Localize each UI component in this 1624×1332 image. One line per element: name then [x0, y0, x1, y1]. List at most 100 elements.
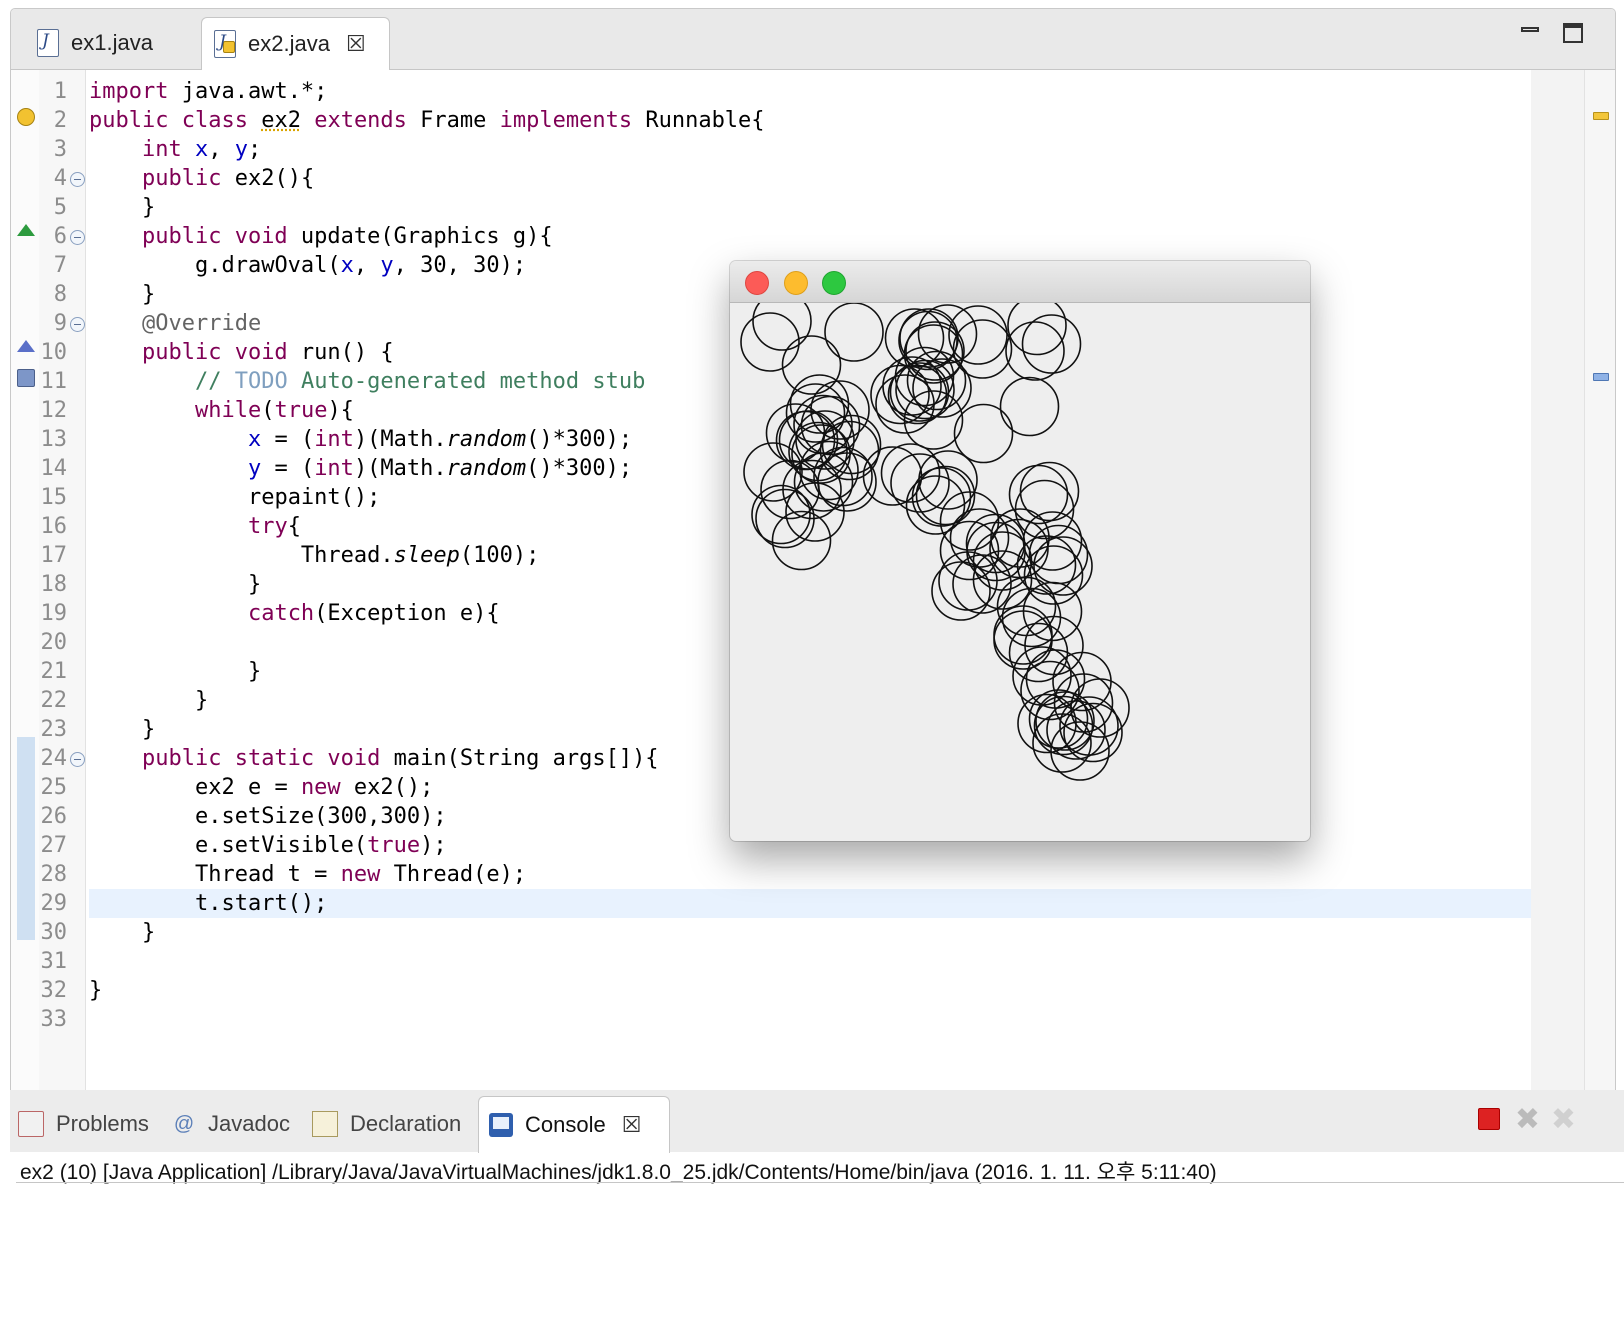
line-number: 17	[40, 543, 68, 568]
drawn-oval	[1021, 314, 1082, 374]
remove-all-terminated-icon[interactable]: ✖	[1551, 1102, 1576, 1137]
close-console-icon[interactable]: ☒	[622, 1112, 642, 1138]
code-line-4: public ex2(){	[141, 166, 315, 191]
line-number: 6	[53, 224, 67, 249]
view-tab-bar: Problems @ Javadoc Declaration Console ☒…	[10, 1090, 1624, 1153]
line-number: 3	[53, 137, 67, 162]
line-number: 25	[40, 775, 68, 800]
line-number: 2	[53, 108, 67, 133]
line-number: 32	[40, 978, 68, 1003]
line-number: 1	[53, 79, 67, 104]
drawn-oval	[752, 303, 812, 351]
drawn-oval	[952, 554, 1012, 614]
declaration-icon	[312, 1111, 338, 1137]
drawn-oval	[999, 376, 1060, 437]
minimize-editor-icon[interactable]	[1519, 23, 1541, 45]
task-overview-mark[interactable]	[1593, 373, 1609, 381]
editor-tab-bar: ex1.java ex2.java ☒	[11, 9, 1615, 70]
awt-frame-window[interactable]	[730, 261, 1310, 841]
code-line-2: public class ex2 extends Frame implement…	[89, 108, 765, 133]
line-number: 20	[40, 630, 68, 655]
line-number: 4	[53, 166, 67, 191]
tab-ex1-java[interactable]: ex1.java	[25, 17, 207, 69]
drawn-oval	[810, 380, 870, 440]
line-number: 16	[40, 514, 68, 539]
window-titlebar[interactable]	[730, 261, 1310, 303]
override-marker-icon[interactable]	[17, 224, 35, 236]
line-number: 23	[40, 717, 68, 742]
tab-javadoc[interactable]: @ Javadoc	[172, 1096, 290, 1152]
zoom-window-button[interactable]	[822, 271, 846, 295]
warning-overview-mark[interactable]	[1593, 112, 1609, 120]
fold-toggle-icon[interactable]	[70, 172, 85, 187]
drawn-oval	[781, 335, 842, 395]
drawn-oval	[824, 303, 884, 362]
remove-launch-icon[interactable]: ✖	[1515, 1102, 1540, 1137]
tab-label: ex2.java	[248, 31, 330, 56]
change-range-marker	[17, 737, 35, 940]
annotation-gutter	[11, 70, 39, 1123]
line-number: 14	[40, 456, 68, 481]
close-window-button[interactable]	[745, 271, 769, 295]
maximize-editor-icon[interactable]	[1563, 23, 1585, 45]
tab-declaration[interactable]: Declaration	[312, 1096, 461, 1152]
drawn-oval	[740, 312, 800, 372]
fold-toggle-icon[interactable]	[70, 230, 85, 245]
line-number: 19	[40, 601, 68, 626]
java-file-icon	[37, 29, 59, 57]
drawn-oval	[993, 610, 1053, 670]
minimize-window-button[interactable]	[784, 271, 808, 295]
line-number: 11	[40, 369, 68, 394]
line-number: 5	[53, 195, 67, 220]
console-divider	[16, 1182, 1624, 1183]
code-line-29-current: t.start();	[89, 889, 1531, 918]
drawn-oval	[884, 308, 945, 368]
line-number: 28	[40, 862, 68, 887]
code-line-6: public void update(Graphics g){	[141, 224, 553, 249]
code-line-5: }	[141, 195, 156, 220]
line-number: 9	[53, 311, 67, 336]
line-number: 31	[40, 949, 68, 974]
terminate-icon[interactable]	[1478, 1108, 1500, 1130]
line-number: 8	[53, 282, 67, 307]
tab-ex2-java[interactable]: ex2.java ☒	[201, 17, 390, 70]
line-number: 33	[40, 1007, 68, 1032]
line-number: 21	[40, 659, 68, 684]
line-number: 15	[40, 485, 68, 510]
tab-label: ex1.java	[71, 30, 153, 55]
task-marker-icon[interactable]	[17, 369, 35, 387]
line-number: 12	[40, 398, 68, 423]
drawn-oval	[1050, 721, 1110, 781]
console-icon	[489, 1113, 513, 1137]
problems-icon	[18, 1111, 44, 1137]
warning-marker-icon[interactable]	[17, 108, 35, 126]
drawing-canvas	[740, 303, 1130, 781]
java-file-warning-icon	[214, 30, 236, 58]
line-number: 30	[40, 920, 68, 945]
code-line-30: }	[141, 920, 156, 945]
line-number: 7	[53, 253, 67, 278]
drawn-oval	[918, 450, 978, 510]
code-line-28: Thread t = new Thread(e);	[194, 862, 527, 887]
implements-marker-icon[interactable]	[17, 340, 35, 352]
line-number: 22	[40, 688, 68, 713]
code-line-1: import java.awt.*;	[89, 79, 328, 104]
code-line-32: }	[89, 978, 103, 1003]
drawn-oval	[953, 403, 1014, 464]
tab-console[interactable]: Console ☒	[478, 1096, 670, 1153]
bottom-views-panel: Problems @ Javadoc Declaration Console ☒…	[10, 1090, 1624, 1332]
tab-problems[interactable]: Problems	[18, 1096, 149, 1152]
close-tab-icon[interactable]: ☒	[346, 31, 366, 57]
line-number: 18	[40, 572, 68, 597]
code-line-3: int x, y;	[141, 137, 262, 162]
overview-ruler[interactable]	[1584, 70, 1615, 1123]
line-number: 24	[40, 746, 68, 771]
line-number: 29	[40, 891, 68, 916]
fold-toggle-icon[interactable]	[70, 317, 85, 332]
line-number: 27	[40, 833, 68, 858]
line-number: 26	[40, 804, 68, 829]
drawn-oval	[1005, 321, 1065, 381]
line-number: 10	[40, 340, 68, 365]
line-number-ruler: 1 2 3 4 5 6 7 8 9 10 11 12 13 14 15 16 17 18 19 20 21 22 23 24 2…	[39, 70, 86, 1123]
fold-toggle-icon[interactable]	[70, 752, 85, 767]
